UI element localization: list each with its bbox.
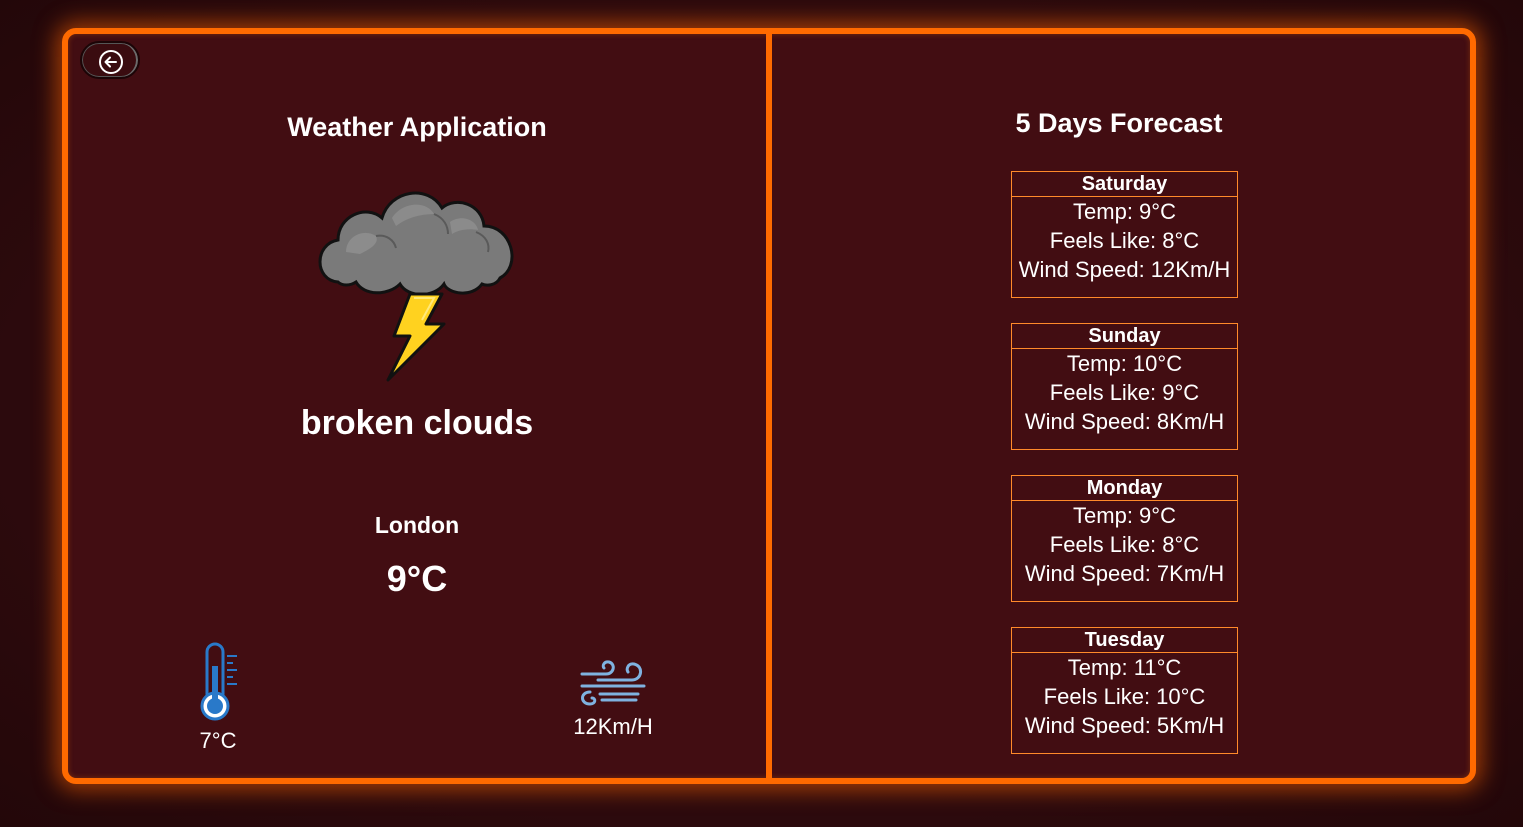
forecast-day: Saturday bbox=[1012, 172, 1237, 197]
forecast-wind: Wind Speed: 5Km/H bbox=[1024, 713, 1225, 738]
forecast-day: Sunday bbox=[1012, 324, 1237, 349]
forecast-title: 5 Days Forecast bbox=[1015, 108, 1223, 138]
forecast-feels-like: Feels Like: 8°C bbox=[1049, 532, 1200, 557]
feels-like-value: 7°C bbox=[199, 728, 237, 753]
forecast-wind: Wind Speed: 8Km/H bbox=[1024, 409, 1225, 434]
forecast-card: Saturday Temp: 9°C Feels Like: 8°C Wind … bbox=[1011, 171, 1238, 298]
current-temperature: 9°C bbox=[386, 558, 448, 599]
forecast-day: Monday bbox=[1012, 476, 1237, 501]
forecast-card: Sunday Temp: 10°C Feels Like: 9°C Wind S… bbox=[1011, 323, 1238, 450]
forecast-feels-like: Feels Like: 9°C bbox=[1049, 380, 1200, 405]
feels-like-stat: 7°C bbox=[178, 642, 258, 754]
forecast-wind: Wind Speed: 7Km/H bbox=[1024, 561, 1225, 586]
forecast-temp: Temp: 11°C bbox=[1067, 655, 1182, 680]
forecast-feels-like: Feels Like: 8°C bbox=[1049, 228, 1200, 253]
wind-stat: 12Km/H bbox=[558, 658, 668, 740]
forecast-feels-like: Feels Like: 10°C bbox=[1043, 684, 1206, 709]
forecast-temp: Temp: 9°C bbox=[1073, 199, 1176, 224]
app-title: Weather Application bbox=[287, 112, 547, 142]
forecast-day: Tuesday bbox=[1012, 628, 1237, 653]
forecast-wind: Wind Speed: 12Km/H bbox=[1018, 257, 1231, 282]
weather-description: broken clouds bbox=[300, 404, 534, 442]
forecast-temp: Temp: 9°C bbox=[1073, 503, 1176, 528]
current-weather-panel: Weather Application broken clouds London… bbox=[68, 34, 766, 784]
wind-value: 12Km/H bbox=[573, 714, 653, 739]
page-background: Weather Application broken clouds London… bbox=[0, 0, 1523, 827]
thunderstorm-cloud-icon bbox=[318, 191, 514, 382]
forecast-panel: 5 Days Forecast Saturday Temp: 9°C Feels… bbox=[772, 34, 1470, 784]
thermometer-icon bbox=[200, 642, 237, 721]
city-name: London bbox=[374, 512, 460, 538]
wind-icon bbox=[580, 660, 646, 706]
forecast-card: Monday Temp: 9°C Feels Like: 8°C Wind Sp… bbox=[1011, 475, 1238, 602]
forecast-card: Tuesday Temp: 11°C Feels Like: 10°C Wind… bbox=[1011, 627, 1238, 754]
forecast-temp: Temp: 10°C bbox=[1066, 351, 1183, 376]
